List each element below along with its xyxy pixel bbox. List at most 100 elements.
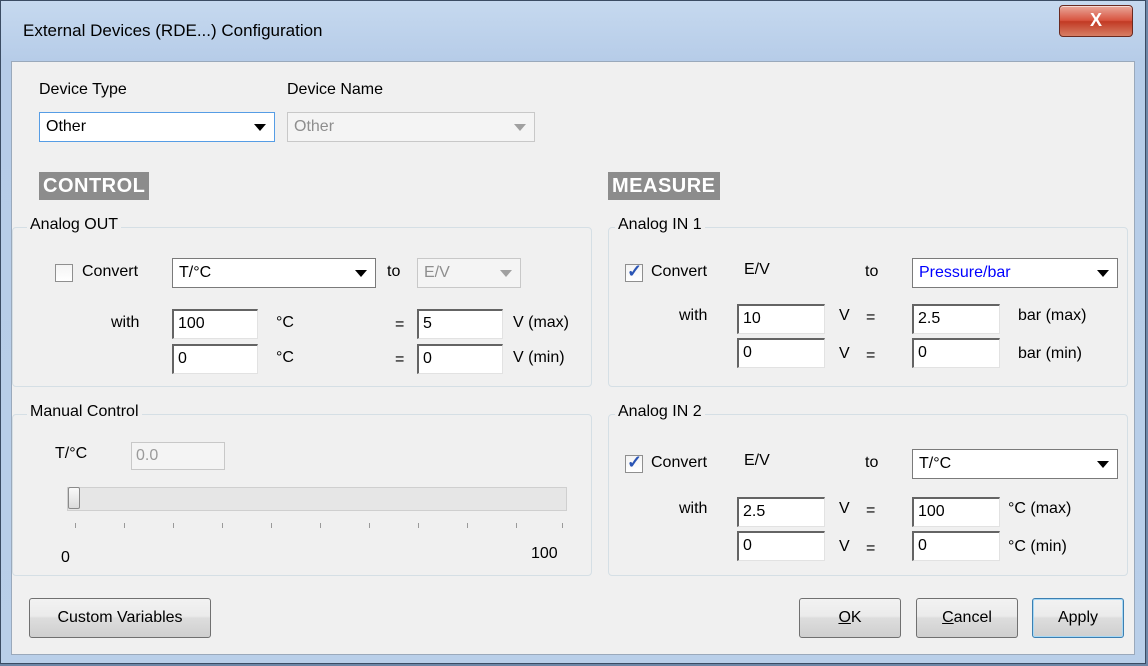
analog-in1-max-unit: V xyxy=(839,307,850,324)
close-button[interactable]: X xyxy=(1059,5,1133,37)
chevron-down-icon xyxy=(1097,461,1109,468)
analog-out-max-unit: °C xyxy=(276,314,294,331)
analog-out-max-input[interactable]: 100 xyxy=(172,309,258,339)
analog-in2-min-input[interactable]: 0 xyxy=(737,531,825,561)
device-type-label: Device Type xyxy=(39,81,127,98)
analog-in1-convert-checkbox[interactable] xyxy=(625,261,643,282)
analog-in1-to-select[interactable]: Pressure/bar xyxy=(912,258,1118,288)
analog-in2-max-target-input[interactable]: 100 xyxy=(912,497,1000,527)
slider-tick xyxy=(369,523,370,528)
apply-button[interactable]: Apply xyxy=(1032,598,1124,638)
ok-label-rest: K xyxy=(850,609,862,626)
slider-tick xyxy=(516,523,517,528)
analog-in2-min-unit: V xyxy=(839,538,850,555)
analog-in2-max-unit: V xyxy=(839,500,850,517)
window-title: External Devices (RDE...) Configuration xyxy=(23,21,323,40)
analog-out-to-value: E/V xyxy=(424,264,450,281)
control-header: CONTROL xyxy=(39,172,150,200)
slider-tick xyxy=(320,523,321,528)
analog-out-max-suffix: V (max) xyxy=(513,314,569,331)
chevron-down-icon xyxy=(1097,270,1109,277)
analog-in1-to-value: Pressure/bar xyxy=(919,264,1011,281)
device-type-select[interactable]: Other xyxy=(39,112,275,142)
analog-out-min-target-input[interactable]: 0 xyxy=(417,344,503,374)
analog-in1-from-label: E/V xyxy=(744,261,770,278)
manual-control-title: Manual Control xyxy=(27,403,142,421)
title-bar[interactable]: External Devices (RDE...) Configuration … xyxy=(1,1,1145,47)
analog-in1-group: Analog IN 1 Convert E/V to Pressure/bar … xyxy=(608,216,1128,387)
analog-in1-convert-label: Convert xyxy=(651,263,708,280)
chevron-down-icon xyxy=(355,270,367,277)
chevron-down-icon xyxy=(254,124,266,131)
device-name-value: Other xyxy=(294,118,335,135)
analog-in1-to-label: to xyxy=(865,263,879,280)
analog-in2-to-select[interactable]: T/°C xyxy=(912,449,1118,479)
analog-in2-convert-checkbox[interactable] xyxy=(625,452,643,473)
slider-tick xyxy=(418,523,419,528)
analog-in2-min-target-input[interactable]: 0 xyxy=(912,531,1000,561)
analog-in2-max-suffix: °C (max) xyxy=(1008,500,1072,517)
cancel-button[interactable]: Cancel xyxy=(916,598,1018,638)
analog-in2-to-label: to xyxy=(865,454,879,471)
analog-out-convert-checkbox[interactable] xyxy=(55,264,73,282)
chevron-down-icon xyxy=(514,124,526,131)
analog-in1-max-equals: = xyxy=(866,309,876,326)
device-name-label: Device Name xyxy=(287,81,384,98)
device-name-select[interactable]: Other xyxy=(287,112,535,142)
analog-out-max-target-input[interactable]: 5 xyxy=(417,309,503,339)
cancel-label-rest: ancel xyxy=(953,609,992,626)
analog-in1-title: Analog IN 1 xyxy=(615,216,705,234)
analog-in1-max-target-input[interactable]: 2.5 xyxy=(912,304,1000,334)
slider-max-label: 100 xyxy=(531,545,558,562)
analog-out-title: Analog OUT xyxy=(27,216,122,234)
analog-out-min-input[interactable]: 0 xyxy=(172,344,258,374)
analog-out-with-label: with xyxy=(111,314,140,331)
manual-control-var-label: T/°C xyxy=(55,445,88,462)
slider-tick xyxy=(222,523,223,528)
analog-in2-from-label: E/V xyxy=(744,452,770,469)
analog-in2-min-equals: = xyxy=(866,540,876,557)
slider-thumb[interactable] xyxy=(68,487,80,509)
analog-in2-to-value: T/°C xyxy=(919,455,952,472)
custom-variables-button[interactable]: Custom Variables xyxy=(29,598,211,638)
cancel-mnemonic: C xyxy=(942,609,954,626)
manual-control-slider[interactable] xyxy=(67,487,567,511)
analog-out-from-value: T/°C xyxy=(179,264,212,281)
analog-out-min-unit: °C xyxy=(276,349,294,366)
analog-out-convert-label: Convert xyxy=(82,263,139,280)
analog-out-min-equals: = xyxy=(395,351,405,368)
slider-tick xyxy=(467,523,468,528)
ok-button[interactable]: OK xyxy=(799,598,901,638)
analog-in2-min-suffix: °C (min) xyxy=(1008,538,1067,555)
slider-tick xyxy=(75,523,76,528)
analog-in1-min-target-input[interactable]: 0 xyxy=(912,338,1000,368)
chevron-down-icon xyxy=(500,270,512,277)
analog-in2-title: Analog IN 2 xyxy=(615,403,705,421)
analog-out-to-label: to xyxy=(387,263,401,280)
analog-in2-max-input[interactable]: 2.5 xyxy=(737,497,825,527)
slider-tick xyxy=(173,523,174,528)
ok-mnemonic: O xyxy=(838,609,851,626)
device-type-value: Other xyxy=(46,118,87,135)
analog-in1-min-suffix: bar (min) xyxy=(1018,345,1083,362)
analog-out-from-select[interactable]: T/°C xyxy=(172,258,376,288)
measure-header: MEASURE xyxy=(608,172,720,200)
analog-out-min-suffix: V (min) xyxy=(513,349,565,366)
slider-tick xyxy=(124,523,125,528)
analog-in1-min-equals: = xyxy=(866,347,876,364)
manual-control-value-input[interactable]: 0.0 xyxy=(131,442,225,470)
analog-out-to-select[interactable]: E/V xyxy=(417,258,521,288)
analog-in1-min-input[interactable]: 0 xyxy=(737,338,825,368)
analog-in2-max-equals: = xyxy=(866,502,876,519)
analog-in2-convert-label: Convert xyxy=(651,454,708,471)
analog-out-max-equals: = xyxy=(395,316,405,333)
slider-min-label: 0 xyxy=(61,549,70,566)
analog-in1-max-input[interactable]: 10 xyxy=(737,304,825,334)
slider-tick xyxy=(271,523,272,528)
close-icon: X xyxy=(1089,10,1102,30)
dialog-window: External Devices (RDE...) Configuration … xyxy=(0,0,1146,664)
analog-in1-min-unit: V xyxy=(839,345,850,362)
analog-out-group: Analog OUT Convert T/°C to E/V with 100 … xyxy=(12,216,592,387)
analog-in2-group: Analog IN 2 Convert E/V to T/°C with 2.5… xyxy=(608,403,1128,576)
dialog-client: Device Type Other Device Name Other CONT… xyxy=(11,61,1135,655)
